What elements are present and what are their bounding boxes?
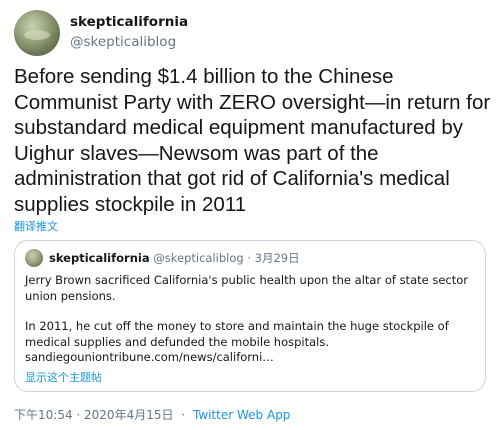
- quoted-author-display-name: skepticalifornia: [49, 251, 150, 265]
- tweet-source-link[interactable]: Twitter Web App: [193, 408, 290, 422]
- quoted-author-avatar: [25, 249, 43, 267]
- author-display-name[interactable]: skepticalifornia: [70, 14, 188, 30]
- quoted-paragraph-2-text: In 2011, he cut off the money to store a…: [25, 319, 449, 349]
- quoted-tweet-date: 3月29日: [254, 251, 300, 265]
- author-avatar[interactable]: [14, 10, 60, 56]
- quoted-tweet-card[interactable]: skepticalifornia @skepticaliblog · 3月29日…: [14, 240, 486, 392]
- quoted-author-handle: @skepticaliblog: [153, 251, 244, 265]
- author-handle[interactable]: @skepticaliblog: [70, 34, 176, 50]
- tweet-text: Before sending $1.4 billion to the Chine…: [14, 65, 491, 216]
- footer-separator: ·: [181, 408, 186, 422]
- show-thread-link[interactable]: 显示这个主题帖: [25, 369, 102, 385]
- quoted-paragraph-1: Jerry Brown sacrificed California's publ…: [25, 273, 469, 303]
- tweet-footer: 下午10:54 · 2020年4月15日 · Twitter Web App: [14, 406, 290, 423]
- quoted-tweet-header: skepticalifornia @skepticaliblog · 3月29日: [49, 250, 300, 266]
- quoted-link[interactable]: sandiegouniontribune.com/news/californi…: [25, 350, 274, 364]
- tweet-timestamp[interactable]: 下午10:54 · 2020年4月15日: [14, 408, 173, 422]
- quoted-tweet-body: Jerry Brown sacrificed California's publ…: [25, 273, 477, 366]
- quoted-paragraph-2: In 2011, he cut off the money to store a…: [25, 319, 477, 366]
- quoted-header-separator: ·: [247, 251, 251, 265]
- translate-tweet-link[interactable]: 翻译推文: [14, 218, 58, 234]
